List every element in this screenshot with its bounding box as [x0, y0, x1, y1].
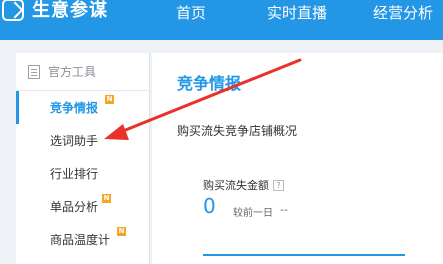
sidebar-item-competition-intel[interactable]: 竞争情报 N — [16, 91, 149, 124]
sidebar-item-industry-ranking[interactable]: 行业排行 — [16, 157, 149, 190]
toolbox-icon — [28, 64, 40, 79]
sidebar-item-label: 商品温度计 — [50, 233, 111, 247]
sidebar-item-keyword-assistant[interactable]: 选词助手 — [16, 124, 149, 157]
brand-name: 生意参谋 — [32, 0, 108, 21]
brand-logo[interactable]: 生意参谋 — [0, 0, 108, 30]
page-title: 竞争情报 — [177, 74, 242, 93]
sidebar: 官方工具 竞争情报 N 选词助手 行业排行 单品分析 N 商品温度计 N — [16, 53, 150, 264]
sidebar-item-product-analysis[interactable]: 单品分析 N — [16, 190, 149, 223]
top-navigation-bar: 生意参谋 首页 实时直播 经营分析 — [0, 0, 443, 40]
stat-compare-label: 较前一日 — [233, 208, 273, 219]
nav-home-link[interactable]: 首页 — [176, 2, 206, 23]
nav-live-link[interactable]: 实时直播 — [267, 2, 327, 23]
sidebar-item-label: 行业排行 — [50, 167, 99, 181]
main-content: 竞争情报 购买流失竞争店铺概况 购买流失金额 ? 0 较前一日 -- — [152, 53, 443, 264]
nav-operations-link[interactable]: 经营分析 — [373, 2, 433, 23]
help-icon[interactable]: ? — [273, 179, 284, 191]
new-badge: N — [102, 194, 111, 203]
sidebar-section-header: 官方工具 — [16, 53, 149, 91]
section-subtitle: 购买流失竞争店铺概况 — [177, 124, 298, 138]
new-badge: N — [105, 95, 114, 104]
sidebar-item-product-thermometer[interactable]: 商品温度计 N — [16, 223, 149, 256]
sidebar-section-title: 官方工具 — [48, 65, 97, 79]
stat-value: 0 — [203, 194, 216, 218]
brand-logo-icon — [2, 0, 24, 21]
stat-label: 购买流失金额 ? — [203, 177, 284, 193]
sidebar-item-label: 竞争情报 — [50, 101, 99, 115]
sidebar-item-label: 选词助手 — [50, 134, 99, 148]
stat-change-value: -- — [280, 203, 288, 216]
sidebar-item-label: 单品分析 — [50, 200, 99, 214]
page: 生意参谋 首页 实时直播 经营分析 官方工具 竞争情报 N 选词助手 行业排行 … — [0, 0, 443, 264]
new-badge: N — [117, 227, 126, 236]
stat-label-text: 购买流失金额 — [203, 179, 269, 192]
stat-underline — [203, 254, 405, 256]
